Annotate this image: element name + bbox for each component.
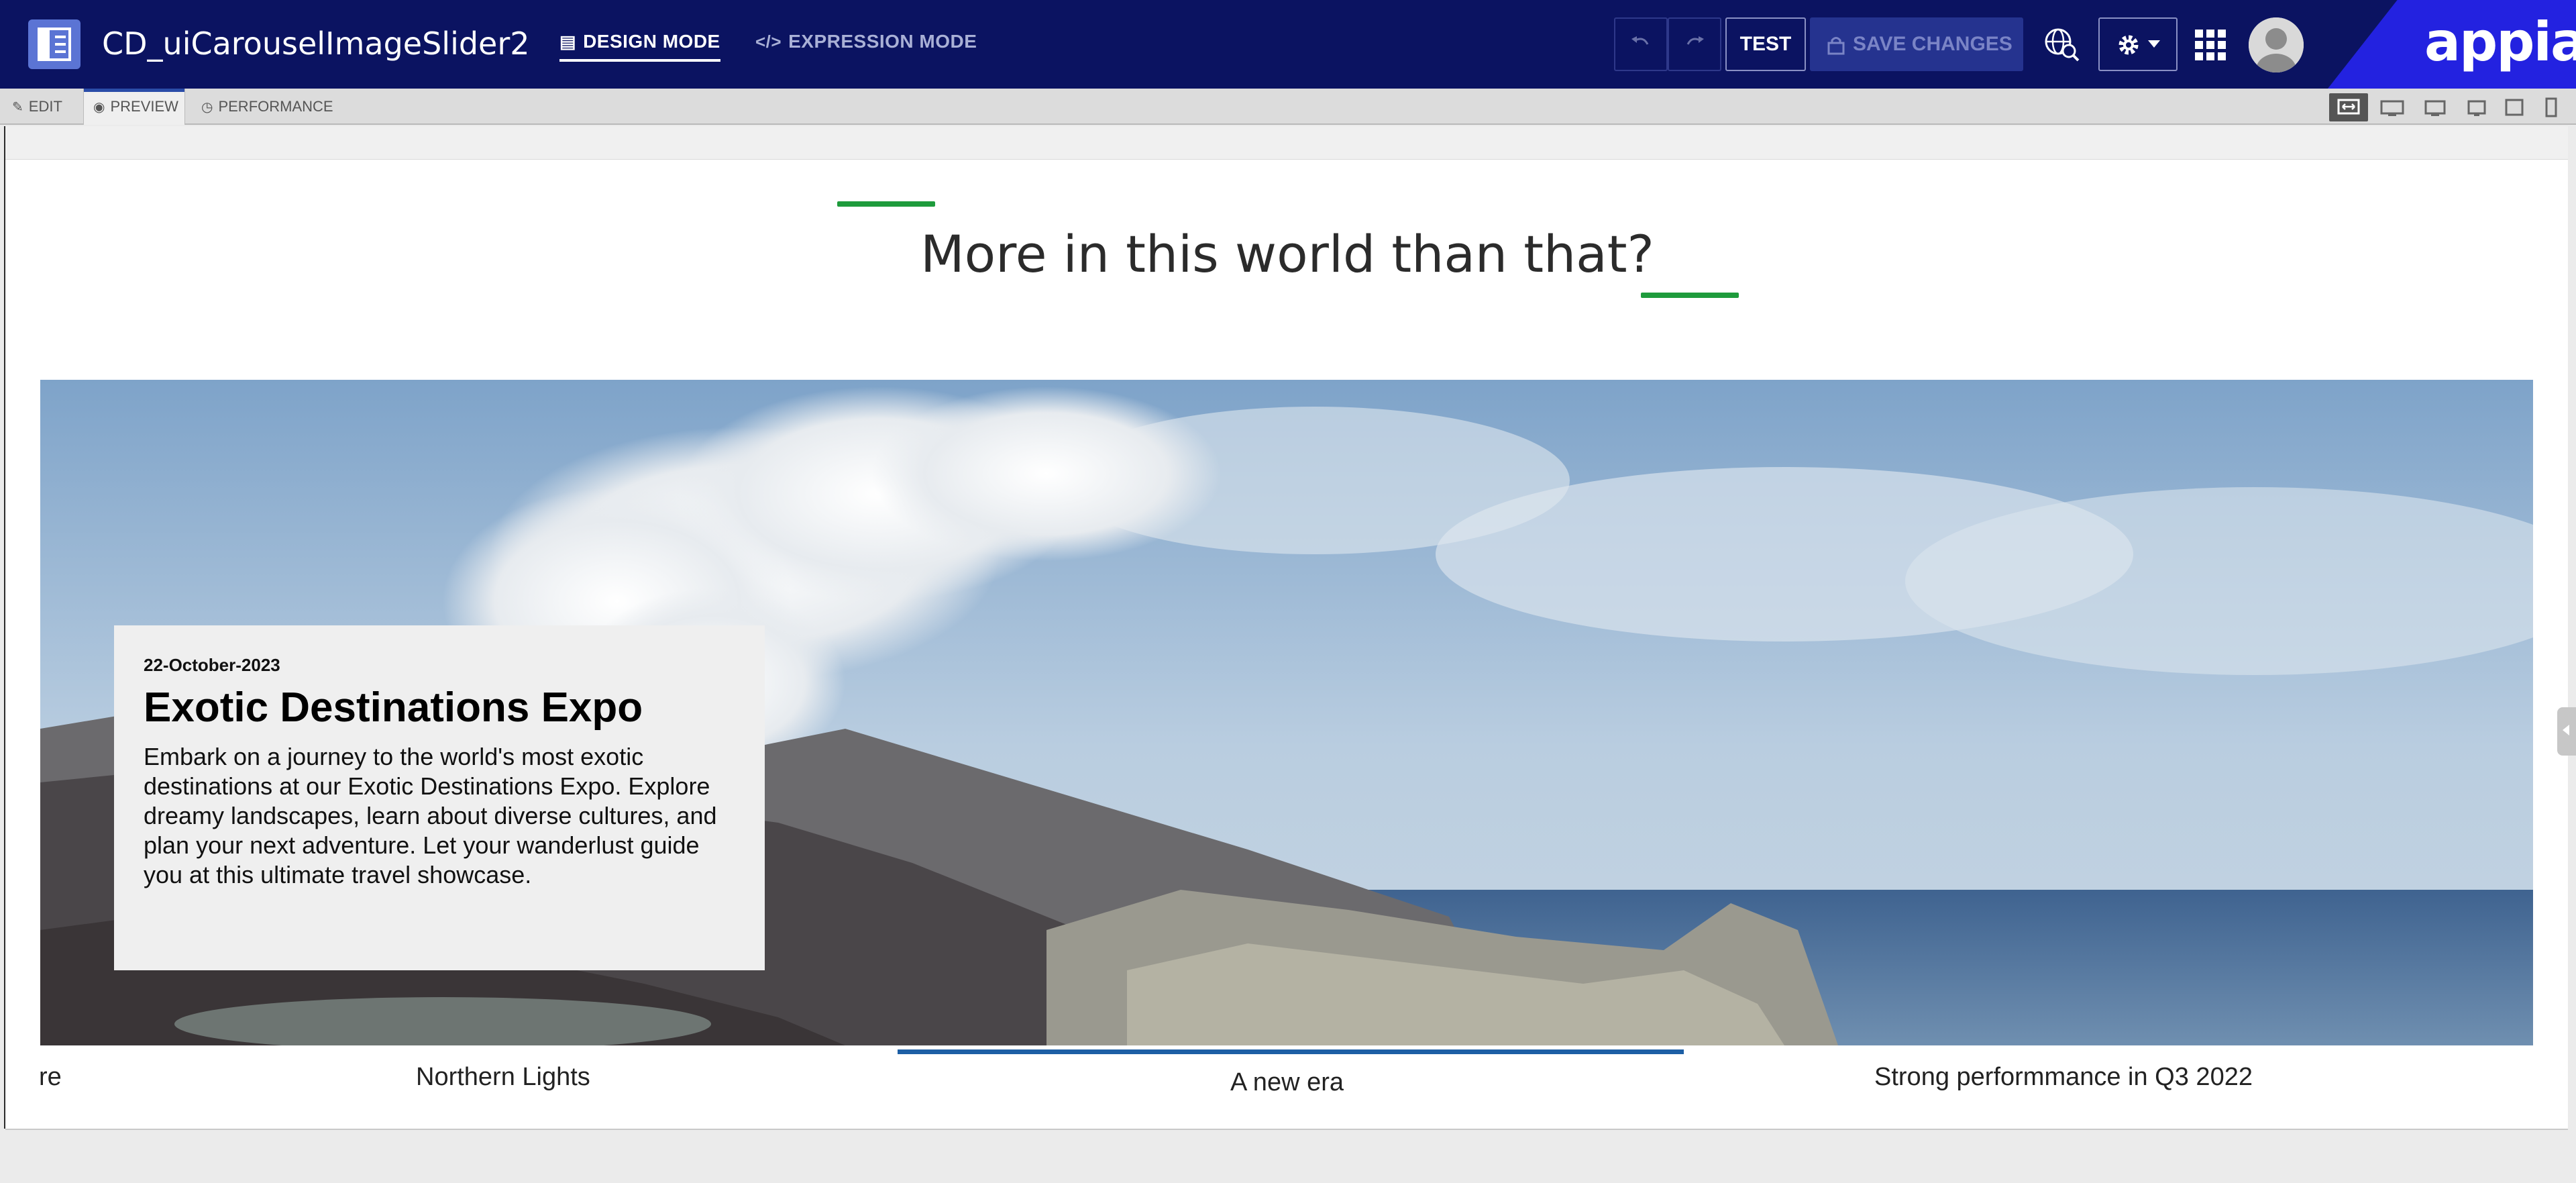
active-slide-indicator bbox=[898, 1049, 1684, 1054]
heading-accent-top bbox=[837, 201, 935, 207]
appian-logo: appian bbox=[2424, 11, 2576, 73]
undo-button[interactable] bbox=[1614, 17, 1668, 71]
event-title: Exotic Destinations Expo bbox=[144, 684, 643, 731]
design-mode-label: DESIGN MODE bbox=[583, 31, 720, 52]
chevron-down-icon bbox=[2148, 40, 2160, 48]
globe-search-icon[interactable] bbox=[2043, 27, 2081, 62]
slide-tab-previous[interactable]: re bbox=[39, 1063, 62, 1092]
chevron-left-icon bbox=[2563, 725, 2569, 735]
app-grid-icon[interactable] bbox=[2195, 30, 2226, 60]
redo-button[interactable] bbox=[1668, 17, 1721, 71]
canvas-footer-area bbox=[0, 1130, 2576, 1183]
phone-icon[interactable] bbox=[2540, 93, 2563, 121]
eye-icon: ◉ bbox=[93, 100, 105, 115]
monitor-icon[interactable] bbox=[2463, 93, 2490, 121]
design-mode-tab[interactable]: ▤ DESIGN MODE bbox=[559, 31, 720, 62]
fit-width-icon[interactable] bbox=[2329, 93, 2368, 121]
tab-preview-label: PREVIEW bbox=[110, 98, 178, 115]
slide-tab-q3-performance[interactable]: Strong performmance in Q3 2022 bbox=[1874, 1063, 2253, 1092]
side-panel-toggle[interactable] bbox=[2557, 707, 2576, 756]
canvas-top-strip bbox=[5, 126, 2568, 160]
tab-performance[interactable]: ◷ PERFORMANCE bbox=[201, 89, 333, 125]
tablet-icon[interactable] bbox=[2501, 93, 2528, 121]
tab-preview[interactable]: ◉ PREVIEW bbox=[83, 89, 185, 125]
gear-icon bbox=[2118, 35, 2139, 55]
test-button[interactable]: TEST bbox=[1725, 17, 1806, 71]
lock-icon bbox=[1827, 37, 1845, 55]
code-icon: </> bbox=[755, 32, 782, 52]
settings-menu-button[interactable] bbox=[2098, 17, 2178, 71]
pencil-icon: ✎ bbox=[12, 100, 23, 115]
active-mode-underline bbox=[559, 59, 720, 62]
tab-edit-label: EDIT bbox=[28, 98, 62, 115]
interface-app-icon[interactable] bbox=[28, 19, 80, 69]
top-header: CD_uiCarouselImageSlider2 ▤ DESIGN MODE <… bbox=[0, 0, 2576, 89]
desktop-large-icon[interactable] bbox=[2379, 93, 2406, 121]
expression-mode-label: EXPRESSION MODE bbox=[788, 31, 977, 52]
clock-icon: ◷ bbox=[201, 100, 213, 115]
carousel-slide[interactable]: 22-October-2023 Exotic Destinations Expo… bbox=[40, 380, 2533, 1045]
slide-caption-card: 22-October-2023 Exotic Destinations Expo… bbox=[114, 625, 765, 970]
desktop-icon[interactable] bbox=[2422, 93, 2449, 121]
preview-canvas: More in this world than that? 22-October… bbox=[4, 126, 2568, 1130]
save-changes-label: SAVE CHANGES bbox=[1853, 33, 2012, 55]
active-tab-indicator bbox=[84, 89, 184, 92]
event-date: 22-October-2023 bbox=[144, 655, 280, 675]
app-title: CD_uiCarouselImageSlider2 bbox=[102, 25, 530, 62]
heading-accent-bottom bbox=[1641, 293, 1739, 298]
redo-icon bbox=[1686, 36, 1704, 45]
slide-tab-northern-lights[interactable]: Northern Lights bbox=[416, 1063, 590, 1092]
tab-performance-label: PERFORMANCE bbox=[218, 98, 333, 115]
event-description: Embark on a journey to the world's most … bbox=[144, 743, 717, 888]
undo-icon bbox=[1631, 36, 1649, 45]
tab-edit[interactable]: ✎ EDIT bbox=[12, 89, 62, 125]
expression-mode-tab[interactable]: </> EXPRESSION MODE bbox=[755, 31, 977, 52]
slide-tab-new-era[interactable]: A new era bbox=[1230, 1068, 1344, 1097]
design-mode-icon: ▤ bbox=[559, 32, 577, 52]
save-changes-button[interactable]: SAVE CHANGES bbox=[1810, 17, 2023, 71]
view-toolbar: ✎ EDIT ◉ PREVIEW ◷ PERFORMANCE bbox=[0, 89, 2576, 125]
user-silhouette-icon bbox=[2249, 17, 2304, 72]
user-avatar[interactable] bbox=[2249, 17, 2304, 72]
page-heading: More in this world than that? bbox=[920, 224, 1654, 284]
